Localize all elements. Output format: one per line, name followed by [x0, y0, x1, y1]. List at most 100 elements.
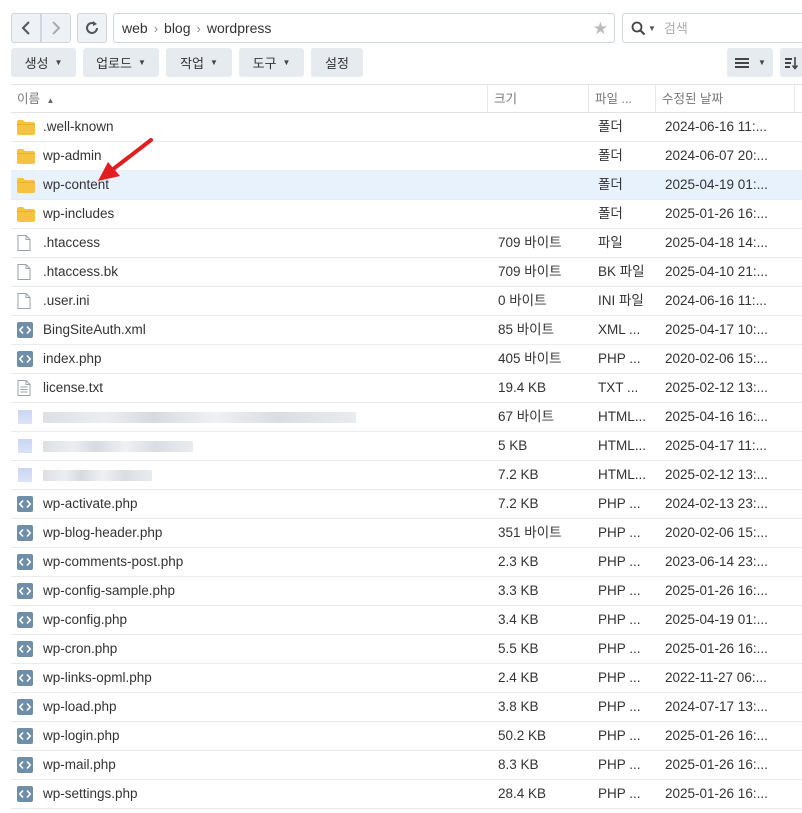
file-name-cell[interactable]: wp-login.php — [17, 722, 487, 750]
file-name-cell[interactable] — [17, 432, 487, 460]
search-icon[interactable] — [631, 21, 646, 36]
table-row[interactable]: wp-content 폴더 2025-04-19 01:... — [11, 171, 802, 200]
file-name-cell[interactable]: wp-includes — [17, 200, 487, 228]
file-name-cell[interactable]: BingSiteAuth.xml — [17, 316, 487, 344]
redacted-file-name — [43, 411, 356, 423]
file-name: index.php — [43, 351, 102, 366]
file-modified-date: 2024-02-13 23:... — [665, 496, 768, 511]
file-name-cell[interactable]: wp-settings.php — [17, 780, 487, 808]
table-row[interactable]: BingSiteAuth.xml 85 바이트 XML ... 2025-04-17 … — [11, 316, 802, 345]
file-name-cell[interactable]: license.txt — [17, 374, 487, 402]
file-type: PHP ... — [598, 728, 641, 743]
file-name-cell[interactable]: wp-admin — [17, 142, 487, 170]
file-name-cell[interactable]: wp-blog-header.php — [17, 519, 487, 547]
favorite-star-icon[interactable]: ★ — [593, 19, 608, 39]
file-type: 폴더 — [598, 148, 623, 163]
create-button[interactable]: 생성 ▼ — [11, 48, 76, 77]
table-row[interactable]: wp-mail.php 8.3 KB PHP ... 2025-01-26 16:..… — [11, 751, 802, 780]
folder-icon — [17, 119, 35, 135]
text-file-icon — [17, 380, 35, 396]
file-type: HTML... — [598, 438, 647, 453]
search-options-chevron-icon[interactable]: ▼ — [648, 24, 656, 33]
redacted-file-name — [43, 469, 152, 481]
table-row[interactable]: 7.2 KB HTML... 2025-02-12 13:... — [11, 461, 802, 490]
file-name-cell[interactable]: .well-known — [17, 113, 487, 141]
breadcrumb-item[interactable]: wordpress — [207, 20, 272, 36]
file-name-cell[interactable]: index.php — [17, 345, 487, 373]
search-box[interactable]: ▼ — [622, 13, 802, 43]
file-name-cell[interactable] — [17, 461, 487, 489]
file-name-cell[interactable] — [17, 403, 487, 431]
file-name-cell[interactable]: .user.ini — [17, 287, 487, 315]
file-name-cell[interactable]: wp-cron.php — [17, 635, 487, 663]
tools-button[interactable]: 도구 ▼ — [239, 48, 304, 77]
folder-icon — [17, 148, 35, 164]
file-name-cell[interactable]: wp-comments-post.php — [17, 548, 487, 576]
settings-button[interactable]: 설정 — [311, 48, 363, 77]
redacted-icon — [17, 467, 35, 483]
file-list-table: 이름 ▲ 크기 파일 ... 수정된 날짜 .well-known 폴더 2024-… — [11, 84, 802, 809]
file-type: PHP ... — [598, 670, 641, 685]
table-row[interactable]: wp-links-opml.php 2.4 KB PHP ... 2022-11-27… — [11, 664, 802, 693]
table-row[interactable]: wp-load.php 3.8 KB PHP ... 2024-07-17 13:..… — [11, 693, 802, 722]
table-row[interactable]: wp-activate.php 7.2 KB PHP ... 2024-02-13 2… — [11, 490, 802, 519]
forward-button[interactable] — [41, 13, 71, 43]
file-name-cell[interactable]: wp-config-sample.php — [17, 577, 487, 605]
table-row[interactable]: index.php 405 바이트 PHP ... 2020-02-06 15:... — [11, 345, 802, 374]
file-size: 28.4 KB — [498, 786, 547, 801]
file-name: .htaccess.bk — [43, 264, 119, 279]
breadcrumb-item[interactable]: web — [122, 20, 148, 36]
file-name-cell[interactable]: wp-load.php — [17, 693, 487, 721]
file-size: 5 KB — [498, 438, 528, 453]
sort-button[interactable] — [780, 48, 802, 77]
table-row[interactable]: .htaccess 709 바이트 파일 2025-04-18 14:... — [11, 229, 802, 258]
table-row[interactable]: wp-includes 폴더 2025-01-26 16:... — [11, 200, 802, 229]
file-name: wp-activate.php — [43, 496, 138, 511]
view-mode-button[interactable]: ▼ — [727, 48, 773, 77]
file-name-cell[interactable]: wp-activate.php — [17, 490, 487, 518]
column-header-name[interactable]: 이름 ▲ — [11, 85, 488, 113]
file-size — [498, 171, 593, 199]
table-row[interactable]: wp-cron.php 5.5 KB PHP ... 2025-01-26 16:..… — [11, 635, 802, 664]
table-row[interactable]: 67 바이트 HTML... 2025-04-16 16:... — [11, 403, 802, 432]
table-row[interactable]: .well-known 폴더 2024-06-16 11:... — [11, 113, 802, 142]
chevron-left-icon — [21, 21, 30, 35]
file-modified-date: 2025-04-17 11:... — [665, 438, 767, 453]
upload-button[interactable]: 업로드 ▼ — [83, 48, 159, 77]
file-name-cell[interactable]: .htaccess.bk — [17, 258, 487, 286]
file-name-cell[interactable]: wp-config.php — [17, 606, 487, 634]
file-modified-date: 2020-02-06 15:... — [665, 525, 768, 540]
back-button[interactable] — [11, 13, 41, 43]
table-row[interactable]: wp-blog-header.php 351 바이트 PHP ... 2020-02-… — [11, 519, 802, 548]
path-breadcrumb[interactable]: web › blog › wordpress ★ — [113, 13, 615, 43]
chevron-down-icon: ▼ — [137, 58, 146, 67]
table-row[interactable]: wp-comments-post.php 2.3 KB PHP ... 2023-06… — [11, 548, 802, 577]
column-header-modified[interactable]: 수정된 날짜 — [656, 85, 795, 113]
code-file-icon — [17, 525, 35, 541]
chevron-down-icon: ▼ — [758, 58, 766, 67]
file-name-cell[interactable]: wp-content — [17, 171, 487, 199]
table-row[interactable]: 5 KB HTML... 2025-04-17 11:... — [11, 432, 802, 461]
table-row[interactable]: wp-admin 폴더 2024-06-07 20:... — [11, 142, 802, 171]
table-row[interactable]: wp-login.php 50.2 KB PHP ... 2025-01-26 16:… — [11, 722, 802, 751]
action-button[interactable]: 작업 ▼ — [166, 48, 232, 77]
column-header-type[interactable]: 파일 ... — [589, 85, 656, 113]
column-header-size[interactable]: 크기 — [488, 85, 589, 113]
breadcrumb-item[interactable]: blog — [164, 20, 190, 36]
table-row[interactable]: license.txt 19.4 KB TXT ... 2025-02-12 13:.… — [11, 374, 802, 403]
table-row[interactable]: wp-config.php 3.4 KB PHP ... 2025-04-19 01:… — [11, 606, 802, 635]
table-row[interactable]: .user.ini 0 바이트 INI 파일 2024-06-16 11:... — [11, 287, 802, 316]
table-row[interactable]: .htaccess.bk 709 바이트 BK 파일 2025-04-10 21:..… — [11, 258, 802, 287]
table-row[interactable]: wp-settings.php 28.4 KB PHP ... 2025-01-26 … — [11, 780, 802, 809]
file-name: wp-content — [43, 177, 110, 192]
search-input[interactable] — [661, 19, 776, 37]
file-size: 5.5 KB — [498, 641, 539, 656]
file-name-cell[interactable]: wp-mail.php — [17, 751, 487, 779]
refresh-button[interactable] — [77, 13, 107, 43]
table-row[interactable]: wp-config-sample.php 3.3 KB PHP ... 2025-01… — [11, 577, 802, 606]
file-name-cell[interactable]: wp-links-opml.php — [17, 664, 487, 692]
file-name: wp-comments-post.php — [43, 554, 184, 569]
file-modified-date: 2020-02-06 15:... — [665, 351, 768, 366]
file-name-cell[interactable]: .htaccess — [17, 229, 487, 257]
code-file-icon — [17, 699, 35, 715]
